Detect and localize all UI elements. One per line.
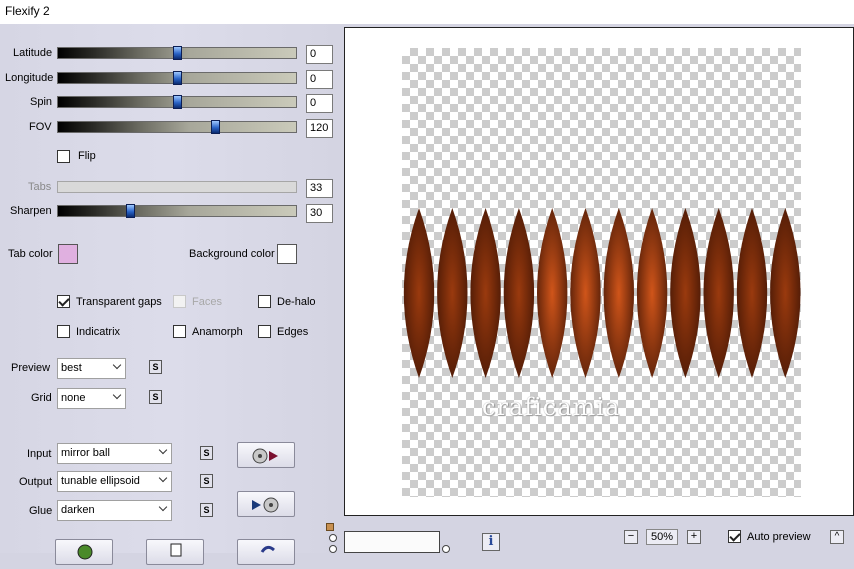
- output-swap-button[interactable]: [237, 491, 295, 517]
- auto-preview-checkbox[interactable]: [728, 530, 741, 543]
- reset-button[interactable]: [237, 539, 295, 565]
- disc-arrow-icon: [252, 448, 278, 464]
- glue-select-label: Glue: [29, 505, 53, 517]
- indicatrix-checkbox[interactable]: [57, 325, 70, 338]
- fov-knob[interactable]: [211, 120, 220, 134]
- info-button[interactable]: i: [482, 533, 500, 551]
- tabs-value[interactable]: 33: [306, 179, 333, 198]
- fov-slider[interactable]: [57, 120, 297, 134]
- input-select-value: mirror ball: [61, 447, 110, 459]
- auto-preview-label: Auto preview: [747, 531, 811, 543]
- anamorph-label: Anamorph: [192, 326, 243, 338]
- spin-label: Spin: [30, 96, 53, 108]
- undo-arrow-icon: [260, 545, 275, 553]
- spin-slider[interactable]: [57, 95, 297, 109]
- latitude-slider[interactable]: [57, 46, 297, 60]
- faces-checkbox: [173, 295, 186, 308]
- sharpen-label: Sharpen: [10, 205, 52, 217]
- radio-option-1[interactable]: [329, 534, 337, 542]
- collapse-button[interactable]: ^: [830, 530, 844, 544]
- grid-select-label: Grid: [31, 392, 52, 404]
- glue-select-value: darken: [61, 504, 95, 516]
- chevron-down-icon: [112, 360, 122, 370]
- spin-knob[interactable]: [173, 95, 182, 109]
- radio-option-3[interactable]: [442, 545, 450, 553]
- output-select-value: tunable ellipsoid: [61, 475, 140, 487]
- chevron-down-icon: [158, 445, 168, 455]
- preview-select-value: best: [61, 362, 82, 374]
- chevron-down-icon: [158, 502, 168, 512]
- de-halo-checkbox[interactable]: [258, 295, 271, 308]
- ok-button[interactable]: [55, 539, 113, 565]
- longitude-slider[interactable]: [57, 71, 297, 85]
- indicatrix-label: Indicatrix: [76, 326, 121, 338]
- longitude-label: Longitude: [5, 72, 54, 84]
- preview-area[interactable]: craficamia: [344, 27, 854, 516]
- hand-stop-icon: [170, 543, 182, 557]
- tabs-slider: [57, 181, 297, 193]
- latitude-knob[interactable]: [173, 46, 182, 60]
- grid-select-value: none: [61, 392, 86, 404]
- longitude-value[interactable]: 0: [306, 70, 333, 89]
- sharpen-knob[interactable]: [126, 204, 135, 218]
- window-title: Flexify 2: [5, 4, 50, 18]
- grid-select[interactable]: none: [57, 388, 126, 409]
- anamorph-checkbox[interactable]: [173, 325, 186, 338]
- transparent-gaps-checkbox[interactable]: [57, 295, 70, 308]
- preview-select[interactable]: best: [57, 358, 126, 379]
- preview-select-label: Preview: [11, 362, 51, 374]
- background-color-swatch[interactable]: [277, 244, 297, 264]
- spin-value[interactable]: 0: [306, 94, 333, 113]
- navigator-thumbnail[interactable]: [344, 531, 440, 553]
- longitude-knob[interactable]: [173, 71, 182, 85]
- output-select[interactable]: tunable ellipsoid: [57, 471, 172, 492]
- flexified-image: [403, 208, 801, 378]
- transparent-gaps-label: Transparent gaps: [76, 296, 162, 308]
- sharpen-slider[interactable]: [57, 204, 297, 218]
- latitude-value[interactable]: 0: [306, 45, 333, 64]
- chevron-down-icon: [158, 473, 168, 483]
- tab-color-swatch[interactable]: [58, 244, 78, 264]
- transparent-canvas: craficamia: [402, 48, 801, 497]
- glue-s-button[interactable]: S: [200, 503, 213, 517]
- fov-value[interactable]: 120: [306, 119, 333, 138]
- title-bar: Flexify 2: [0, 0, 854, 24]
- input-s-button[interactable]: S: [200, 446, 213, 460]
- de-halo-label: De-halo: [277, 296, 316, 308]
- watermark-text: craficamia: [482, 393, 621, 421]
- latitude-label: Latitude: [13, 47, 53, 59]
- zoom-value: 50%: [646, 529, 678, 545]
- glue-select[interactable]: darken: [57, 500, 172, 521]
- output-select-label: Output: [19, 476, 53, 488]
- preview-s-button[interactable]: S: [149, 360, 162, 374]
- edges-label: Edges: [277, 326, 309, 338]
- tabs-label: Tabs: [28, 181, 52, 193]
- input-swap-button[interactable]: [237, 442, 295, 468]
- cancel-button[interactable]: [146, 539, 204, 565]
- sharpen-value[interactable]: 30: [306, 204, 333, 223]
- chevron-down-icon: [112, 390, 122, 400]
- arrow-disc-icon: [252, 497, 279, 513]
- zoom-out-button[interactable]: −: [624, 530, 638, 544]
- edges-checkbox[interactable]: [258, 325, 271, 338]
- zoom-in-button[interactable]: +: [687, 530, 701, 544]
- output-s-button[interactable]: S: [200, 474, 213, 488]
- input-select[interactable]: mirror ball: [57, 443, 172, 464]
- grid-s-button[interactable]: S: [149, 390, 162, 404]
- fov-label: FOV: [29, 121, 52, 133]
- tab-color-label: Tab color: [8, 248, 53, 260]
- input-select-label: Input: [27, 448, 52, 460]
- faces-label: Faces: [192, 296, 222, 308]
- flip-label: Flip: [78, 150, 96, 162]
- background-color-label: Background color: [189, 248, 275, 260]
- radio-option-2[interactable]: [329, 545, 337, 553]
- globe-check-icon: [77, 544, 93, 560]
- flip-checkbox[interactable]: [57, 150, 70, 163]
- palette-icon: [326, 523, 334, 531]
